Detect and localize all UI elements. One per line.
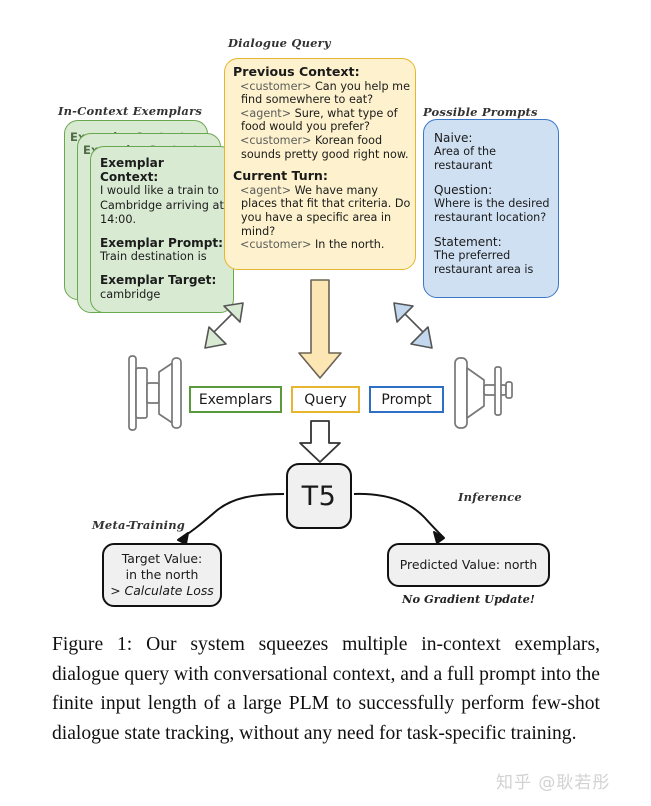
watermark: 知乎 @耿若彤 bbox=[496, 773, 611, 793]
exemplar-card-content: Exemplar Context: I would like a train t… bbox=[100, 156, 226, 302]
amber-arrow-icon bbox=[298, 279, 342, 379]
no-gradient-update-note: No Gradient Update! bbox=[402, 592, 535, 606]
query-turn: <customer> Can you help me find somewher… bbox=[233, 80, 413, 107]
possible-prompts-content: Naive: Area of the restaurant Question: … bbox=[434, 131, 556, 277]
inference-arrow-icon bbox=[353, 492, 445, 544]
t5-model-box: T5 bbox=[286, 463, 352, 529]
query-turn: <agent> We have many places that fit tha… bbox=[233, 184, 413, 238]
prompt-text: The preferred restaurant area is bbox=[434, 249, 534, 276]
tag-query[interactable]: Query bbox=[291, 386, 360, 413]
prompt-heading: Naive: bbox=[434, 131, 473, 145]
query-turn: <customer> Korean food sounds pretty goo… bbox=[233, 134, 413, 161]
exemplar-target-heading: Exemplar Target: bbox=[100, 273, 217, 288]
previous-context-heading: Previous Context: bbox=[233, 64, 360, 79]
figure-caption: Figure 1: Our system squeezes multiple i… bbox=[52, 634, 600, 744]
blue-arrow-icon bbox=[393, 302, 433, 349]
figure-diagram: In-Context Exemplars Dialogue Query Poss… bbox=[0, 0, 651, 620]
meta-training-arrow-icon bbox=[177, 493, 285, 545]
calculate-loss-note: > Calculate Loss bbox=[110, 583, 214, 598]
exemplar-context-heading: Exemplar Context: bbox=[100, 156, 164, 185]
tag-exemplars[interactable]: Exemplars bbox=[189, 386, 282, 413]
target-value-box: Target Value: in the north > Calculate L… bbox=[102, 543, 222, 607]
dialogue-query-label: Dialogue Query bbox=[228, 36, 331, 50]
meta-training-label: Meta-Training bbox=[92, 518, 186, 532]
speaker-tag: <customer> bbox=[240, 133, 312, 147]
speaker-tag: <agent> bbox=[240, 106, 292, 120]
dialogue-query-content: Previous Context: <customer> Can you hel… bbox=[233, 65, 413, 252]
tag-prompt[interactable]: Prompt bbox=[369, 386, 444, 413]
in-context-exemplars-label: In-Context Exemplars bbox=[58, 104, 202, 118]
spacer-5 bbox=[434, 225, 556, 235]
possible-prompts-label: Possible Prompts bbox=[423, 105, 538, 119]
query-turn: <agent> Sure, what type of food would yo… bbox=[233, 107, 413, 134]
white-down-arrow-icon bbox=[299, 420, 341, 463]
exemplar-context-text: I would like a train to Cambridge arrivi… bbox=[100, 184, 224, 226]
prompt-heading: Statement: bbox=[434, 235, 502, 249]
predicted-value-text: Predicted Value: north bbox=[399, 557, 538, 572]
clamp-left-icon bbox=[128, 355, 182, 431]
turn-text: In the north. bbox=[315, 238, 385, 252]
speaker-tag: <agent> bbox=[240, 183, 292, 197]
exemplar-target-text: cambridge bbox=[100, 287, 161, 301]
target-value-text: in the north bbox=[125, 567, 199, 582]
clamp-right-icon bbox=[454, 357, 513, 429]
speaker-tag: <customer> bbox=[240, 238, 312, 252]
exemplar-prompt-heading: Exemplar Prompt: bbox=[100, 236, 224, 251]
prompt-text: Where is the desired restaurant location… bbox=[434, 197, 550, 224]
current-turn-heading: Current Turn: bbox=[233, 168, 328, 184]
speaker-tag: <customer> bbox=[240, 79, 312, 93]
spacer-2 bbox=[100, 264, 226, 273]
exemplar-prompt-text: Train destination is bbox=[100, 250, 207, 264]
prompt-heading: Question: bbox=[434, 183, 493, 197]
target-value-heading: Target Value: bbox=[121, 551, 203, 566]
inference-label: Inference bbox=[458, 490, 522, 504]
spacer-4 bbox=[434, 173, 556, 183]
prompt-text: Area of the restaurant bbox=[434, 145, 497, 172]
spacer-1 bbox=[100, 227, 226, 236]
predicted-value-box: Predicted Value: north bbox=[387, 543, 550, 587]
query-turn: <customer> In the north. bbox=[233, 238, 413, 252]
